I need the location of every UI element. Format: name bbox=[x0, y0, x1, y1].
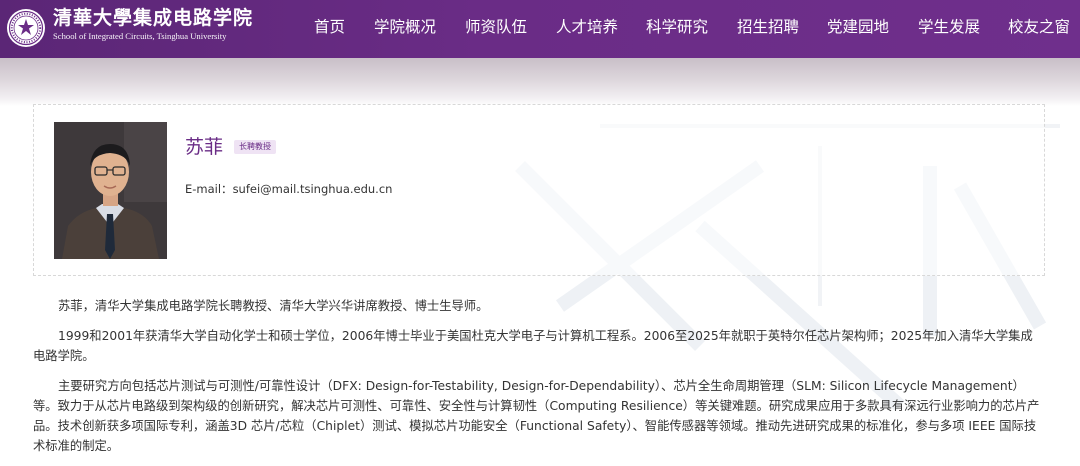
profile-name: 苏菲 bbox=[185, 136, 224, 158]
biography: 苏菲，清华大学集成电路学院长聘教授、清华大学兴华讲席教授、博士生导师。 1999… bbox=[33, 296, 1045, 466]
bio-paragraph-intro: 苏菲，清华大学集成电路学院长聘教授、清华大学兴华讲席教授、博士生导师。 bbox=[58, 299, 489, 313]
email-row: E-mail：sufei@mail.tsinghua.edu.cn bbox=[185, 181, 392, 197]
profile-photo bbox=[54, 122, 167, 259]
nav-item-research[interactable]: 科学研究 bbox=[646, 16, 708, 38]
nav-item-students[interactable]: 学生发展 bbox=[918, 16, 980, 38]
nav-item-faculty[interactable]: 师资队伍 bbox=[465, 16, 527, 38]
bio-paragraph-research: 主要研究方向包括芯片测试与可测性/可靠性设计（DFX: Design-for-T… bbox=[33, 379, 1040, 453]
nav-item-home[interactable]: 首页 bbox=[314, 16, 345, 38]
email-label: E-mail： bbox=[185, 182, 233, 196]
brand-chinese-name: 清華大學集成电路学院 bbox=[53, 7, 254, 29]
university-seal-logo[interactable] bbox=[6, 8, 46, 48]
bio-paragraph-education: 1999和2001年获清华大学自动化学士和硕士学位，2006年博士毕业于美国杜克… bbox=[33, 329, 1033, 363]
nav-item-party[interactable]: 党建园地 bbox=[827, 16, 889, 38]
nav-item-education[interactable]: 人才培养 bbox=[556, 16, 618, 38]
profile-card: 苏菲 长聘教授 E-mail：sufei@mail.tsinghua.edu.c… bbox=[33, 104, 1045, 276]
main-nav: 首页 学院概况 师资队伍 人才培养 科学研究 招生招聘 党建园地 学生发展 校友… bbox=[300, 0, 1080, 58]
title-badge: 长聘教授 bbox=[234, 140, 276, 154]
nav-item-alumni[interactable]: 校友之窗 bbox=[1008, 16, 1070, 38]
site-header: 清華大學集成电路学院 School of Integrated Circuits… bbox=[0, 0, 1080, 58]
nav-item-admissions[interactable]: 招生招聘 bbox=[737, 16, 799, 38]
brand-english-name: School of Integrated Circuits, Tsinghua … bbox=[53, 31, 227, 41]
email-link[interactable]: sufei@mail.tsinghua.edu.cn bbox=[233, 182, 393, 196]
school-brand[interactable]: 清華大學集成电路学院 School of Integrated Circuits… bbox=[53, 7, 253, 42]
nav-item-about[interactable]: 学院概况 bbox=[374, 16, 436, 38]
banner-strip bbox=[0, 58, 1080, 106]
